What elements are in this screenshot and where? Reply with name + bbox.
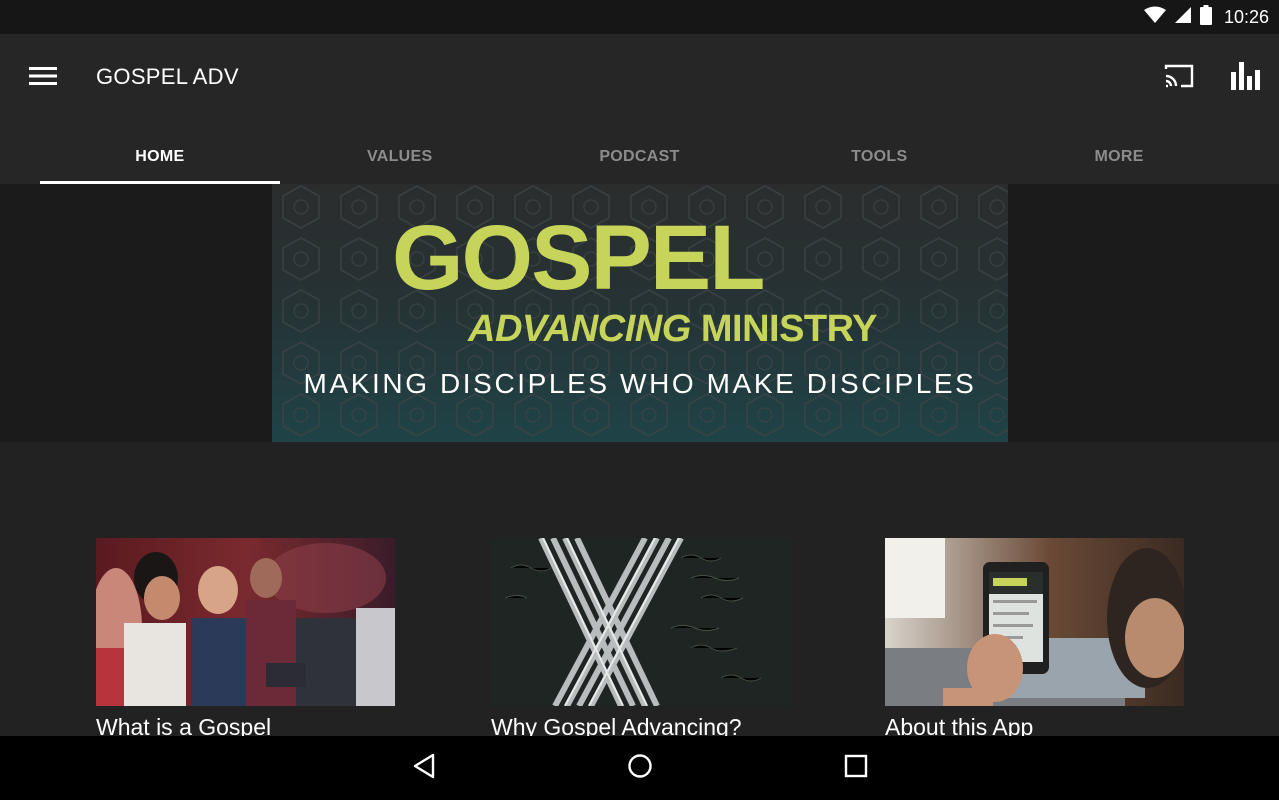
card-about-app[interactable]: About this App (885, 538, 1184, 741)
home-button[interactable] (620, 750, 660, 786)
app-title: GOSPEL ADV (96, 64, 239, 89)
cast-button[interactable] (1158, 60, 1200, 96)
audience-photo (96, 538, 395, 706)
menu-button[interactable] (22, 60, 64, 96)
tab-bar: HOME VALUES PODCAST TOOLS MORE (40, 130, 1239, 184)
menu-icon (29, 66, 57, 91)
card-why-gospel-advancing[interactable]: Why Gospel Advancing? (491, 538, 790, 741)
app-screen: 10:26 GOSPEL ADV HOME VALUES PODCAST TOO… (0, 0, 1279, 800)
phone-app-photo (885, 538, 1184, 706)
system-nav-bar (0, 736, 1279, 800)
banner-subtitle-rest: MINISTRY (690, 308, 878, 350)
banner-area: GOSPEL ADVANCING MINISTRY MAKING DISCIPL… (0, 184, 1279, 442)
status-time: 10:26 (1223, 6, 1269, 27)
banner-tagline: MAKING DISCIPLES WHO MAKE DISCIPLES (303, 368, 977, 399)
tab-tools[interactable]: TOOLS (759, 130, 999, 184)
recents-button[interactable] (836, 750, 876, 786)
tab-podcast[interactable]: PODCAST (520, 130, 760, 184)
tab-values[interactable]: VALUES (280, 130, 520, 184)
status-icons: 10:26 (1143, 0, 1269, 34)
banner-subtitle-italic: ADVANCING (468, 308, 691, 350)
home-icon (627, 753, 653, 784)
battery-icon (1199, 4, 1212, 30)
app-bar: GOSPEL ADV HOME VALUES PODCAST TOOLS MOR… (0, 34, 1279, 184)
status-bar: 10:26 (0, 0, 1279, 34)
card-what-is-gospel[interactable]: What is a Gospel (96, 538, 395, 741)
silver-x-photo (491, 538, 790, 706)
wifi-icon (1143, 6, 1166, 29)
hero-banner: GOSPEL ADVANCING MINISTRY MAKING DISCIPL… (272, 184, 1008, 442)
banner-subtitle: ADVANCING MINISTRY (468, 308, 878, 350)
bar-chart-icon (1231, 61, 1263, 95)
cellular-signal-icon (1174, 6, 1192, 29)
banner-title: GOSPEL (392, 207, 765, 309)
back-icon (412, 753, 436, 784)
recents-icon (844, 754, 868, 783)
cast-icon (1163, 63, 1195, 94)
tab-home[interactable]: HOME (40, 130, 280, 184)
tab-more[interactable]: MORE (999, 130, 1239, 184)
stats-button[interactable] (1226, 58, 1268, 98)
back-button[interactable] (404, 750, 444, 786)
